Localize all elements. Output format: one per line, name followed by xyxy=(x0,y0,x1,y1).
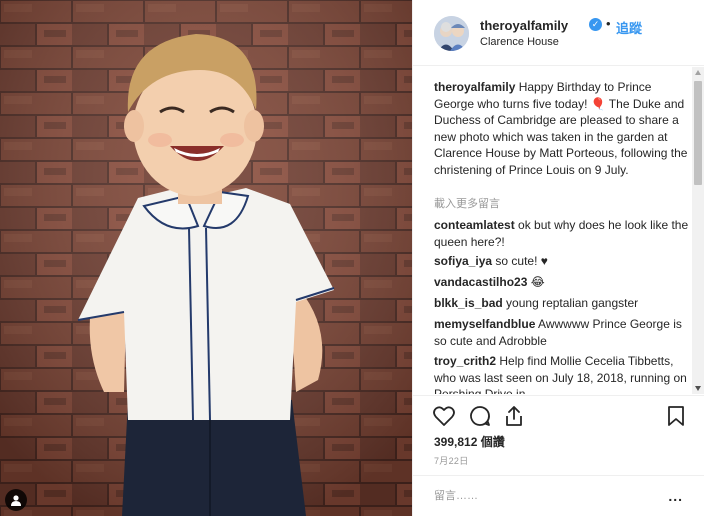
scroll-up-arrow-icon[interactable] xyxy=(695,70,701,75)
scrollbar-thumb[interactable] xyxy=(694,81,702,185)
caption-username[interactable]: theroyalfamily xyxy=(434,80,515,94)
post-caption: theroyalfamily Happy Birthday to Prince … xyxy=(434,79,690,178)
list-item: troy_crith2 Help find Mollie Cecelia Tib… xyxy=(434,353,690,394)
user-tag-icon[interactable] xyxy=(5,489,27,511)
comment-username[interactable]: blkk_is_bad xyxy=(434,296,503,310)
scroll-down-arrow-icon[interactable] xyxy=(695,386,701,391)
comment-text: so cute! ♥ xyxy=(495,254,548,268)
separator-dot: • xyxy=(606,16,611,31)
comment-icon[interactable] xyxy=(468,404,492,428)
post-photo-illustration xyxy=(0,0,412,516)
list-item: conteamlatest ok but why does he look li… xyxy=(434,217,690,250)
list-item: sofiya_iya so cute! ♥ xyxy=(434,253,690,270)
header-username[interactable]: theroyalfamily xyxy=(480,18,568,33)
likes-count[interactable]: 399,812 個讚 xyxy=(434,433,505,450)
more-options-button[interactable]: ... xyxy=(668,488,683,504)
comment-text: young reptalian gangster xyxy=(506,296,639,310)
likes-label: 個讚 xyxy=(480,435,505,449)
comments-list[interactable]: theroyalfamily Happy Birthday to Prince … xyxy=(413,67,704,394)
list-item: vandacastilho23 😂 xyxy=(434,274,690,291)
heart-icon[interactable] xyxy=(432,404,456,428)
verified-check-icon: ✓ xyxy=(589,18,602,31)
load-more-comments-button[interactable]: 載入更多留言 xyxy=(434,195,500,211)
comment-username[interactable]: vandacastilho23 xyxy=(434,275,527,289)
post-detail-panel: theroyalfamily ✓ • 追蹤 Clarence House the… xyxy=(412,0,704,516)
post-date: 7月22日 xyxy=(434,456,469,466)
likes-number: 399,812 xyxy=(434,435,478,449)
caption-text: Happy Birthday to Prince George who turn… xyxy=(434,80,688,177)
comment-username[interactable]: sofiya_iya xyxy=(434,254,492,268)
bookmark-icon[interactable] xyxy=(664,404,688,428)
share-icon[interactable] xyxy=(502,404,526,428)
add-comment-bar: ... xyxy=(413,475,704,516)
comment-username[interactable]: memyselfandblue xyxy=(434,317,535,331)
comment-username[interactable]: conteamlatest xyxy=(434,218,515,232)
post-header: theroyalfamily ✓ • 追蹤 Clarence House xyxy=(413,0,704,66)
location-link[interactable]: Clarence House xyxy=(480,36,559,48)
comment-input[interactable] xyxy=(434,487,654,505)
post-actions: 399,812 個讚 7月22日 xyxy=(413,395,704,475)
list-item: memyselfandblue Awwwww Prince George is … xyxy=(434,316,690,349)
post-photo[interactable] xyxy=(0,0,412,516)
avatar[interactable] xyxy=(434,16,469,51)
list-item: blkk_is_bad young reptalian gangster xyxy=(434,295,690,312)
comment-text: 😂 xyxy=(530,275,545,289)
follow-button[interactable]: 追蹤 xyxy=(616,18,642,37)
comments-scrollbar[interactable] xyxy=(692,67,704,394)
comment-username[interactable]: troy_crith2 xyxy=(434,354,496,368)
